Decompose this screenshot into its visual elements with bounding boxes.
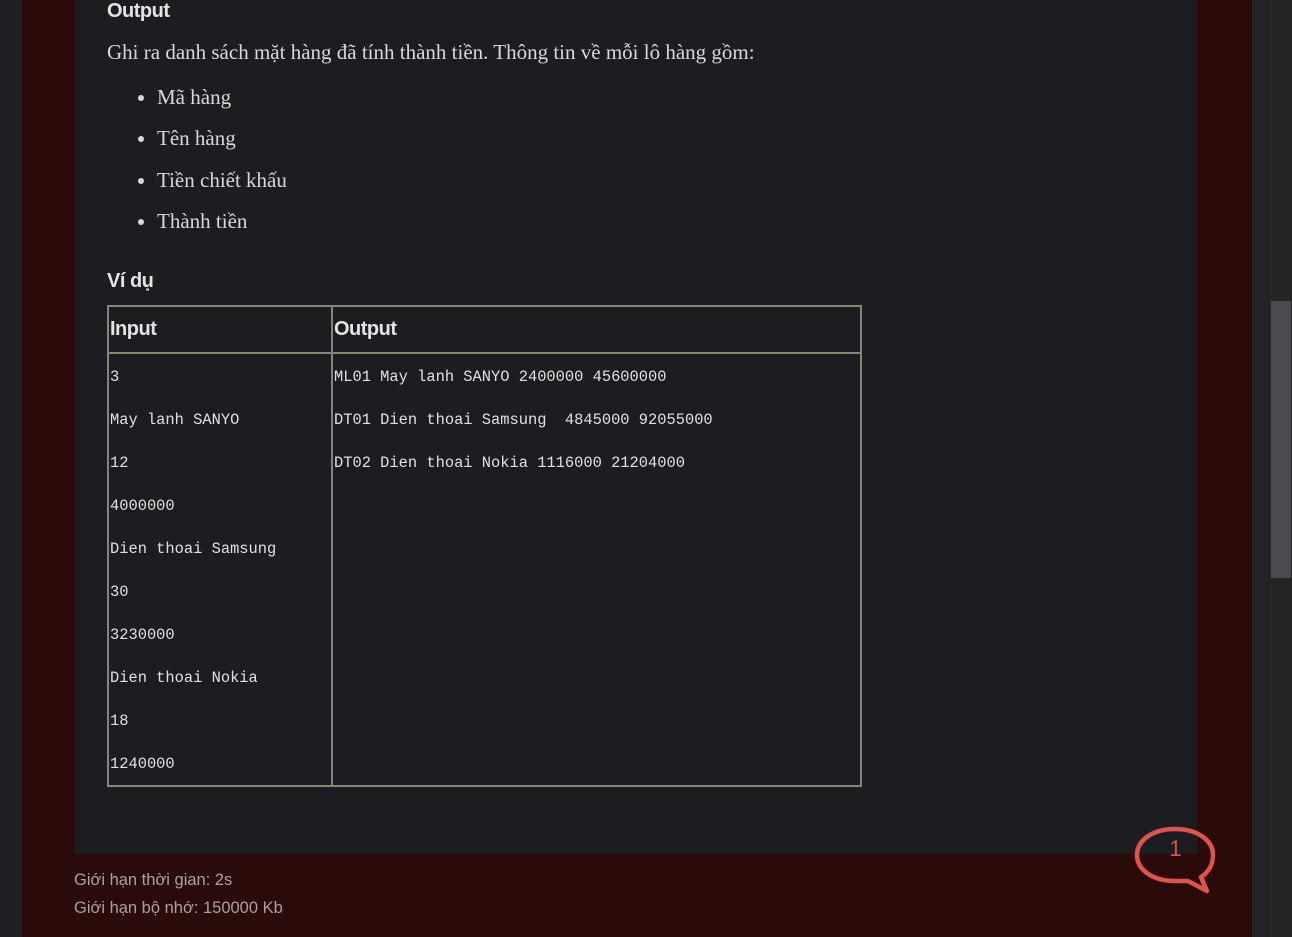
input-line: 3230000 [110,626,175,644]
list-item: Mã hàng [133,80,287,121]
problem-page: Output Ghi ra danh sách mặt hàng đã tính… [0,0,1292,937]
input-line: Dien thoai Nokia [110,669,258,687]
sample-input: 3 May lanh SANYO 12 4000000 Dien thoai S… [109,354,331,785]
input-cell: 3 May lanh SANYO 12 4000000 Dien thoai S… [107,352,333,787]
list-item: Thành tiền [133,204,287,245]
right-gutter [1252,0,1270,937]
memory-limit: Giới hạn bộ nhớ: 150000 Kb [74,899,283,917]
output-line: DT02 Dien thoai Nokia 1116000 21204000 [334,454,685,472]
output-heading: Output [107,0,170,22]
field-label: Mã hàng [157,85,232,109]
output-column-header: Output [331,305,862,354]
field-label: Tên hàng [157,126,236,151]
input-line: 1240000 [110,755,175,773]
list-item: Tiền chiết khấu [133,163,287,204]
output-field-list: Mã hàng Tên hàng Tiền chiết khấu Thành t… [133,80,287,245]
bullet-icon [138,95,144,101]
bullet-icon [138,218,144,225]
table-header-row: Input Output [107,305,862,354]
scrollbar-thumb[interactable] [1271,301,1291,578]
input-line: 4000000 [110,497,175,515]
output-line: ML01 May lanh SANYO 2400000 45600000 [334,368,667,386]
sample-output: ML01 May lanh SANYO 2400000 45600000 DT0… [333,354,860,785]
input-line: Dien thoai Samsung [110,540,277,558]
comments-button[interactable]: 1 [1133,825,1218,895]
input-column-header: Input [107,305,333,354]
example-heading: Ví dụ [107,270,154,292]
table-row: 3 May lanh SANYO 12 4000000 Dien thoai S… [107,352,862,787]
left-gutter [0,0,22,937]
bullet-icon [138,177,144,184]
input-line: 12 [110,454,129,472]
output-cell: ML01 May lanh SANYO 2400000 45600000 DT0… [331,352,862,787]
field-label: Tiền chiết khấu [157,167,287,192]
time-limit: Giới hạn thời gian: 2s [74,871,233,889]
input-line: 18 [110,712,129,730]
field-label: Thành tiền [157,208,248,233]
input-line: May lanh SANYO [110,411,240,429]
comment-count: 1 [1169,836,1182,861]
input-line: 3 [110,368,120,386]
bullet-icon [138,136,144,143]
example-table: Input Output 3 May lanh SANYO 12 4000000… [107,305,862,787]
list-item: Tên hàng [133,121,287,162]
output-description: Ghi ra danh sách mặt hàng đã tính thành … [107,40,755,64]
input-line: 30 [110,583,129,601]
output-line: DT01 Dien thoai Samsung 4845000 92055000 [334,411,713,429]
